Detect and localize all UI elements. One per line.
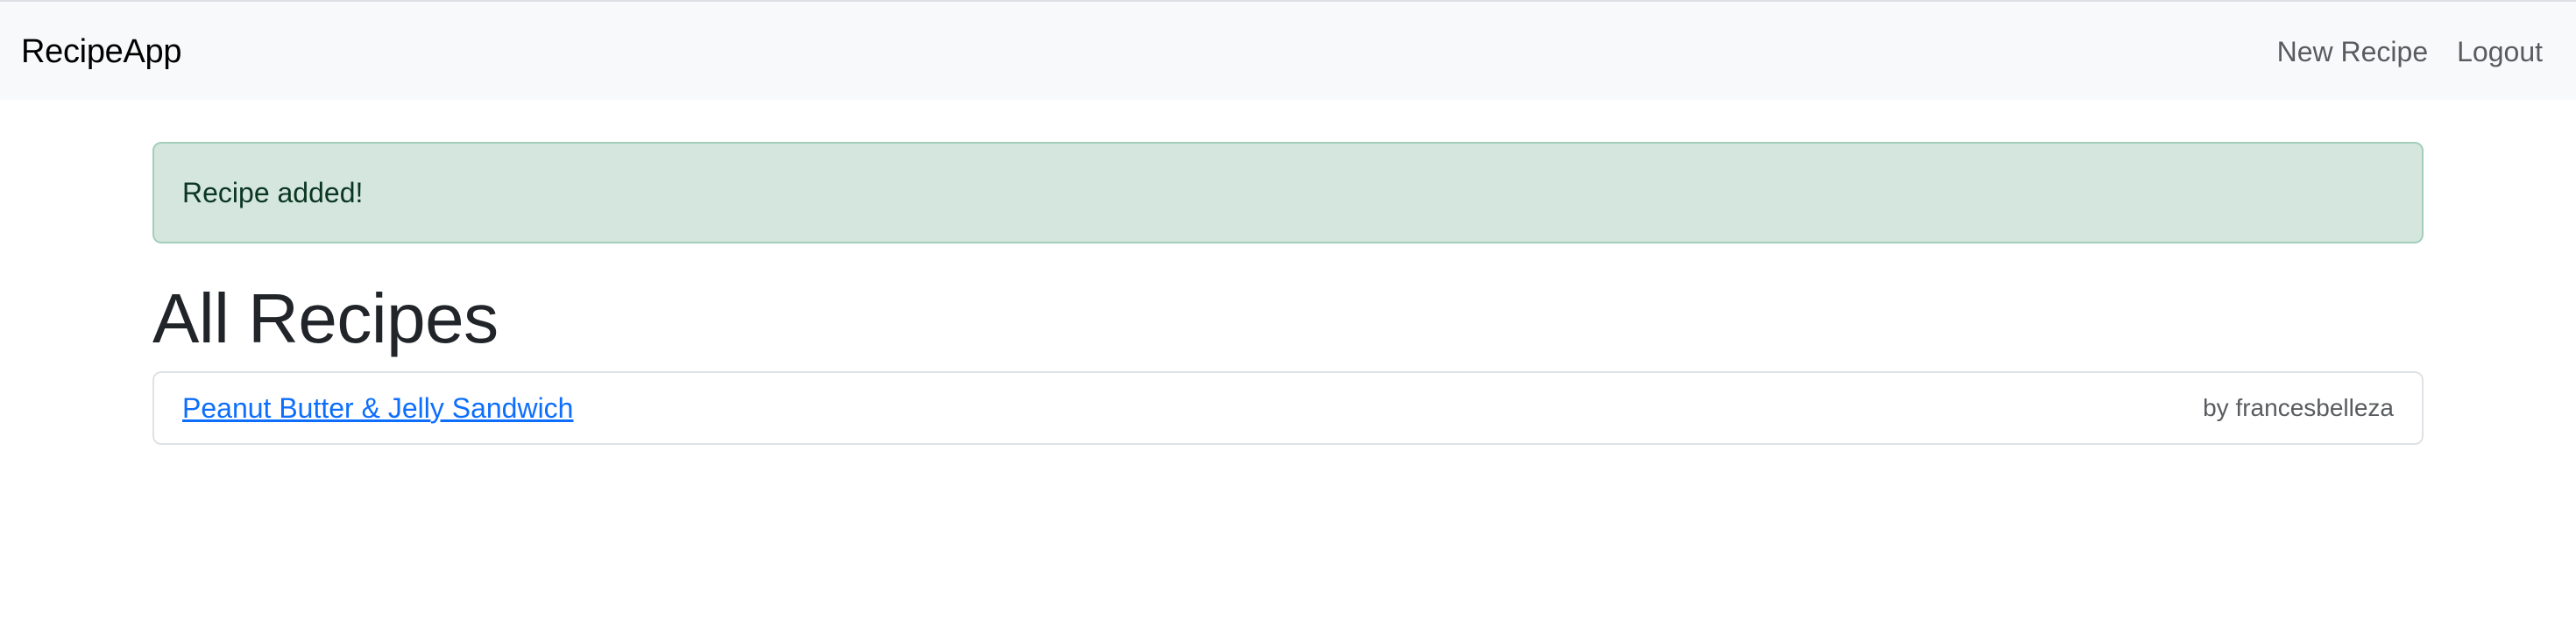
recipe-author: by francesbelleza bbox=[2203, 394, 2394, 421]
new-recipe-link[interactable]: New Recipe bbox=[2277, 33, 2429, 70]
list-item: Peanut Butter & Jelly Sandwich by france… bbox=[154, 373, 2422, 443]
logout-link[interactable]: Logout bbox=[2457, 33, 2543, 70]
alert-message: Recipe added! bbox=[182, 176, 364, 208]
recipe-title-link[interactable]: Peanut Butter & Jelly Sandwich bbox=[182, 392, 573, 425]
brand-link[interactable]: RecipeApp bbox=[21, 28, 182, 75]
recipe-list: Peanut Butter & Jelly Sandwich by france… bbox=[152, 371, 2424, 445]
navbar: RecipeApp New Recipe Logout bbox=[0, 0, 2576, 100]
success-alert: Recipe added! bbox=[152, 142, 2424, 243]
main-container: Recipe added! All Recipes Peanut Butter … bbox=[152, 142, 2424, 445]
nav-links: New Recipe Logout bbox=[2277, 33, 2543, 70]
page-title: All Recipes bbox=[152, 279, 499, 357]
